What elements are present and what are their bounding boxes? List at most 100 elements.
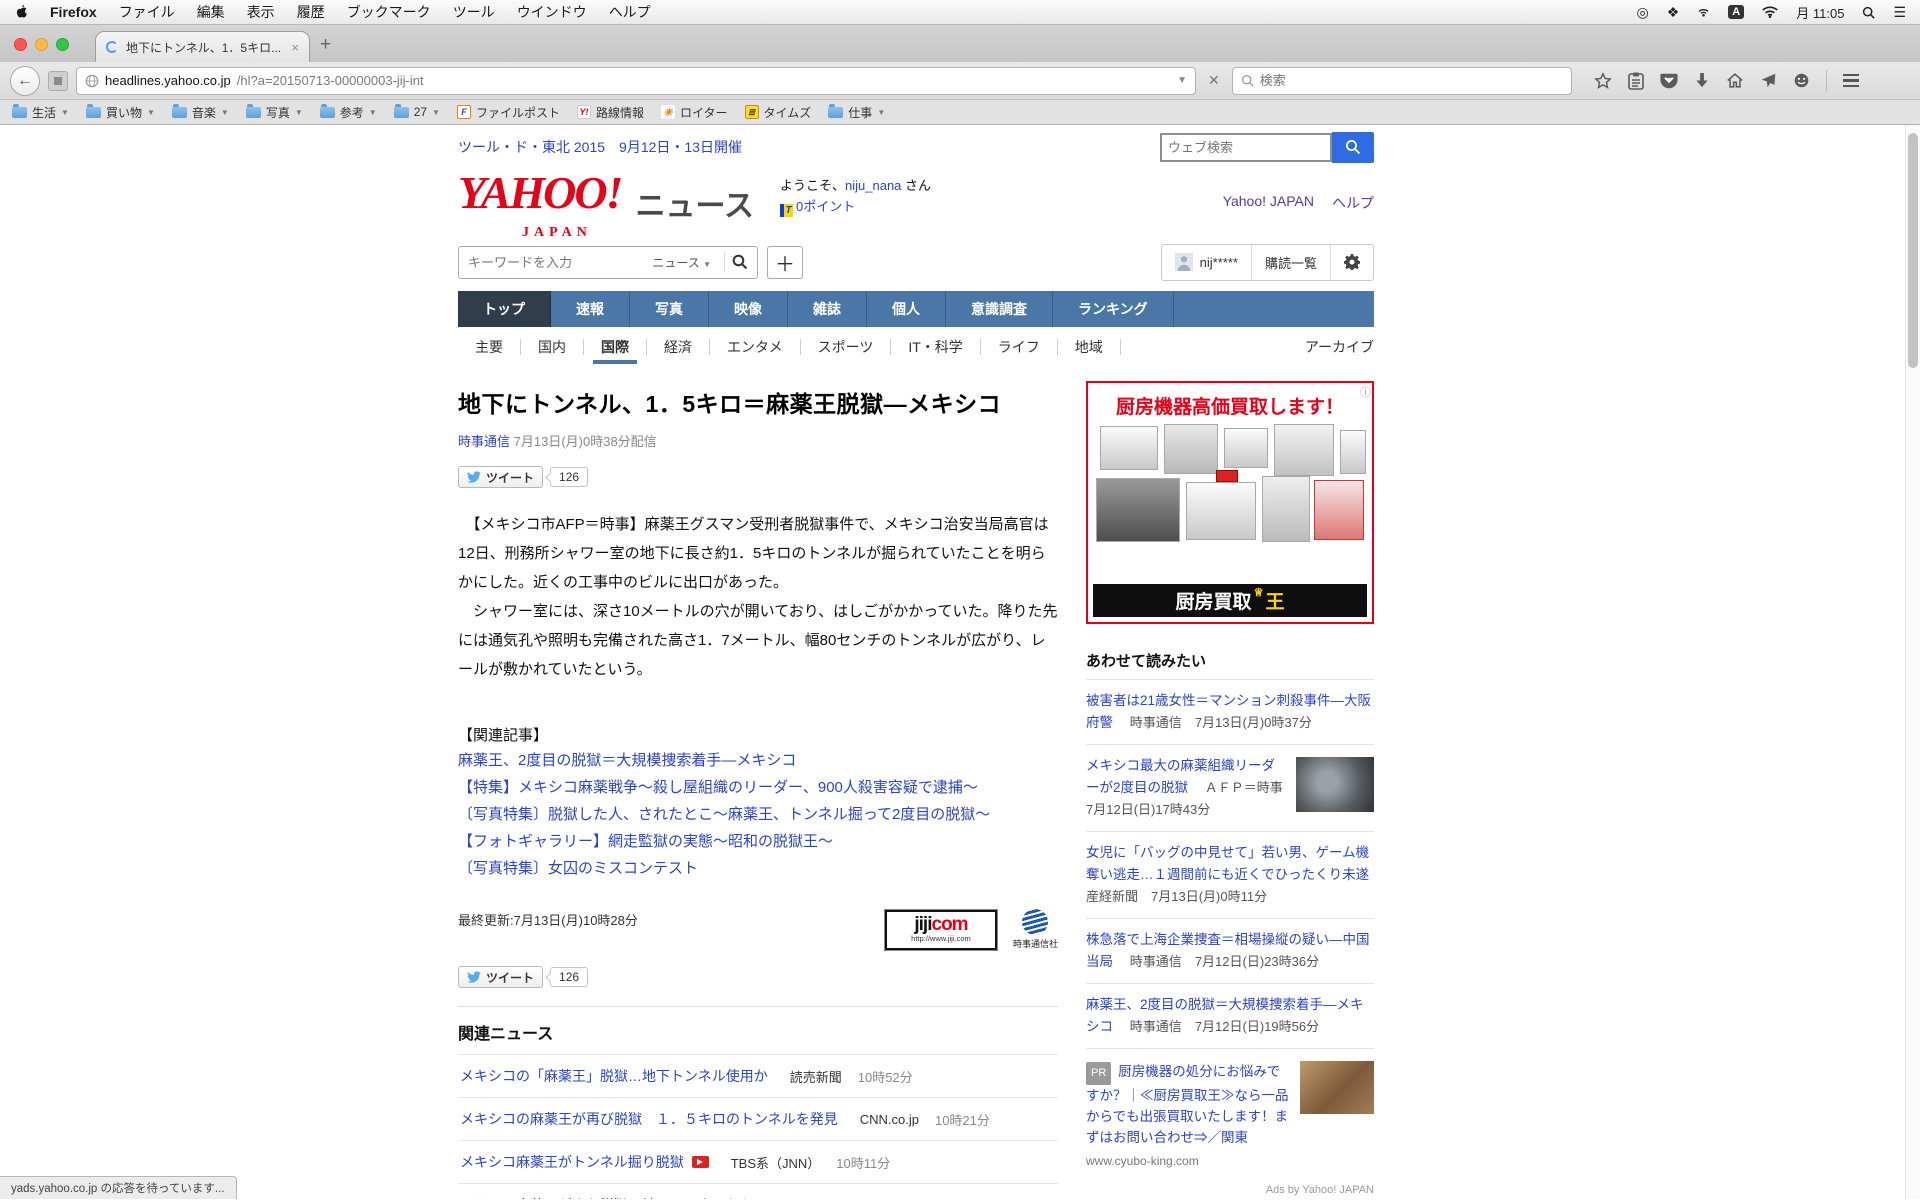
category-international[interactable]: 国際 bbox=[584, 339, 647, 355]
related-article-link[interactable]: 〔写真特集〕女囚のミスコンテスト bbox=[458, 860, 698, 877]
bookmark-folder-reference[interactable]: 参考▼ bbox=[320, 104, 377, 121]
site-identity-globe-icon[interactable] bbox=[85, 74, 99, 88]
nav-tab-poll[interactable]: 意識調査 bbox=[946, 291, 1053, 327]
ads-by-label[interactable]: Ads by Yahoo! JAPAN bbox=[1086, 1180, 1374, 1199]
category-entertainment[interactable]: エンタメ bbox=[710, 339, 801, 355]
bookmark-filepost[interactable]: Fファイルポスト bbox=[457, 104, 560, 121]
archive-link[interactable]: アーカイブ bbox=[1305, 337, 1374, 357]
nav-tab-ranking[interactable]: ランキング bbox=[1053, 291, 1174, 327]
nav-tab-photo[interactable]: 写真 bbox=[630, 291, 709, 327]
nav-tab-video[interactable]: 映像 bbox=[709, 291, 788, 327]
menu-item-history[interactable]: 履歴 bbox=[297, 2, 325, 22]
bookmark-folder-work[interactable]: 仕事▼ bbox=[828, 104, 885, 121]
wifi-icon[interactable] bbox=[1762, 6, 1778, 18]
tweet-button[interactable]: ツイート bbox=[458, 466, 543, 488]
home-icon[interactable] bbox=[1726, 72, 1744, 89]
bookmark-times[interactable]: ≣タイムズ bbox=[745, 104, 812, 121]
category-it-science[interactable]: IT・科学 bbox=[891, 339, 980, 355]
related-article-link[interactable]: 〔写真特集〕脱獄した人、されたとこ～麻薬王、トンネル掘って2度目の脱獄～ bbox=[458, 806, 990, 823]
apple-icon[interactable] bbox=[14, 4, 28, 20]
menu-item-edit[interactable]: 編集 bbox=[197, 2, 225, 22]
url-bar[interactable]: headlines.yahoo.co.jp/hl?a=20150713-0000… bbox=[76, 67, 1196, 95]
menu-item-firefox[interactable]: Firefox bbox=[50, 4, 97, 20]
promo-banner-link[interactable]: ツール・ド・東北 2015 9月12日・13日開催 bbox=[458, 137, 742, 157]
page-scrollbar[interactable] bbox=[1905, 125, 1920, 1199]
bookmark-folder-27[interactable]: 27▼ bbox=[394, 105, 440, 119]
hotspot-icon[interactable] bbox=[1697, 6, 1710, 18]
search-scope-select[interactable]: ニュース ▼ bbox=[652, 254, 711, 271]
news-link[interactable]: メキシコ麻薬王がトンネル掘り脱獄 bbox=[460, 1152, 684, 1172]
menu-hamburger-icon[interactable] bbox=[1843, 74, 1859, 88]
menu-item-help[interactable]: ヘルプ bbox=[609, 2, 651, 22]
account-user-button[interactable]: nij***** bbox=[1162, 245, 1252, 280]
category-life[interactable]: ライフ bbox=[981, 339, 1058, 355]
pr-thumbnail[interactable] bbox=[1300, 1061, 1374, 1114]
news-search-button[interactable] bbox=[732, 254, 748, 270]
kitchen-ad-banner[interactable]: ⓘ 厨房機器高価買取します！ bbox=[1086, 381, 1374, 624]
creative-cloud-icon[interactable]: ◎ bbox=[1637, 5, 1649, 19]
forward-button[interactable] bbox=[48, 71, 68, 91]
downloads-icon[interactable] bbox=[1694, 72, 1710, 89]
browser-search-input[interactable] bbox=[1260, 73, 1563, 88]
bookmark-transit[interactable]: Y!路線情報 bbox=[577, 104, 644, 121]
bookmark-folder-shopping[interactable]: 買い物▼ bbox=[86, 104, 155, 121]
menu-item-tools[interactable]: ツール bbox=[453, 2, 495, 22]
news-search-input[interactable] bbox=[468, 255, 646, 270]
pocket-icon[interactable] bbox=[1660, 72, 1678, 89]
bookmark-folder-life[interactable]: 生活▼ bbox=[12, 104, 69, 121]
input-source-icon[interactable]: A bbox=[1728, 5, 1744, 19]
nav-tab-personal[interactable]: 個人 bbox=[867, 291, 946, 327]
related-article-link[interactable]: 【特集】メキシコ麻薬戦争～殺し屋組織のリーダー、900人殺害容疑で逮捕～ bbox=[458, 779, 978, 796]
jijicom-logo[interactable]: jijicom http://www.jiji.com bbox=[885, 910, 997, 950]
sidebar-news-link[interactable]: 女児に「バッグの中見せて」若い男、ゲーム機奪い逃走…１週間前にも近くでひったくり… bbox=[1086, 845, 1369, 882]
spotlight-icon[interactable] bbox=[1862, 6, 1875, 19]
bookmark-reuters[interactable]: ✳ロイター bbox=[661, 104, 728, 121]
bookmark-folder-music[interactable]: 音楽▼ bbox=[172, 104, 229, 121]
pr-ad-link[interactable]: 厨房機器の処分にお悩みですか？｜≪厨房買取王≫なら一品からでも出張買取いたします… bbox=[1086, 1064, 1289, 1145]
scrollbar-thumb[interactable] bbox=[1908, 133, 1918, 368]
settings-gear-button[interactable] bbox=[1331, 245, 1373, 280]
source-link[interactable]: 時事通信 bbox=[458, 434, 510, 449]
yahoo-japan-link[interactable]: Yahoo! JAPAN bbox=[1223, 193, 1314, 213]
news-search-box[interactable]: ニュース ▼ bbox=[458, 246, 758, 279]
add-search-tab-button[interactable]: ＋ bbox=[767, 246, 803, 279]
bookmark-folder-photo[interactable]: 写真▼ bbox=[246, 104, 303, 121]
zoom-window-button[interactable] bbox=[56, 38, 69, 51]
category-economy[interactable]: 経済 bbox=[647, 339, 710, 355]
category-domestic[interactable]: 国内 bbox=[521, 339, 584, 355]
nav-tab-flash[interactable]: 速報 bbox=[551, 291, 630, 327]
back-button[interactable]: ← bbox=[10, 66, 40, 96]
menu-item-view[interactable]: 表示 bbox=[247, 2, 275, 22]
news-thumbnail[interactable] bbox=[1296, 757, 1374, 812]
nav-tab-magazine[interactable]: 雑誌 bbox=[788, 291, 867, 327]
share-icon[interactable] bbox=[1760, 72, 1777, 89]
username-link[interactable]: niju_nana bbox=[845, 178, 901, 193]
menu-item-bookmarks[interactable]: ブックマーク bbox=[347, 2, 431, 22]
category-sports[interactable]: スポーツ bbox=[801, 339, 892, 355]
help-link[interactable]: ヘルプ bbox=[1332, 193, 1374, 213]
dropbox-icon[interactable]: ❖ bbox=[1667, 5, 1680, 19]
ad-info-icon[interactable]: ⓘ bbox=[1360, 384, 1371, 400]
menu-item-window[interactable]: ウインドウ bbox=[517, 2, 587, 22]
minimize-window-button[interactable] bbox=[35, 38, 48, 51]
news-link[interactable]: メキシコの「麻薬王」脱獄…地下トンネル使用か bbox=[460, 1066, 768, 1086]
related-article-link[interactable]: 【フォトギャラリー】網走監獄の実態～昭和の脱獄王～ bbox=[458, 833, 833, 850]
url-dropdown-icon[interactable]: ▼ bbox=[1177, 75, 1187, 86]
points-link[interactable]: 0ポイント bbox=[796, 199, 855, 214]
smiley-icon[interactable] bbox=[1793, 72, 1810, 89]
bookmarks-menu-icon[interactable] bbox=[1628, 72, 1644, 90]
category-main[interactable]: 主要 bbox=[458, 339, 521, 355]
new-tab-button[interactable]: + bbox=[320, 34, 331, 56]
web-search-button[interactable] bbox=[1332, 132, 1374, 163]
yahoo-japan-logo[interactable]: YAHOO! JAPAN bbox=[458, 171, 622, 215]
close-window-button[interactable] bbox=[14, 38, 27, 51]
news-link[interactable]: メキシコ麻薬王がまた脱獄、地下トンネルから bbox=[460, 1195, 754, 1199]
browser-search-field[interactable] bbox=[1232, 67, 1572, 95]
stop-button[interactable]: ✕ bbox=[1204, 72, 1224, 89]
news-link[interactable]: メキシコの麻薬王が再び脱獄 １．５キロのトンネルを発見 bbox=[460, 1109, 838, 1129]
jiji-press-logo[interactable]: 時事通信社 bbox=[1013, 909, 1058, 950]
nav-tab-top[interactable]: トップ bbox=[458, 291, 551, 327]
tab-close-icon[interactable]: × bbox=[291, 40, 299, 55]
menu-item-file[interactable]: ファイル bbox=[119, 2, 175, 22]
web-search-input[interactable] bbox=[1168, 140, 1324, 155]
